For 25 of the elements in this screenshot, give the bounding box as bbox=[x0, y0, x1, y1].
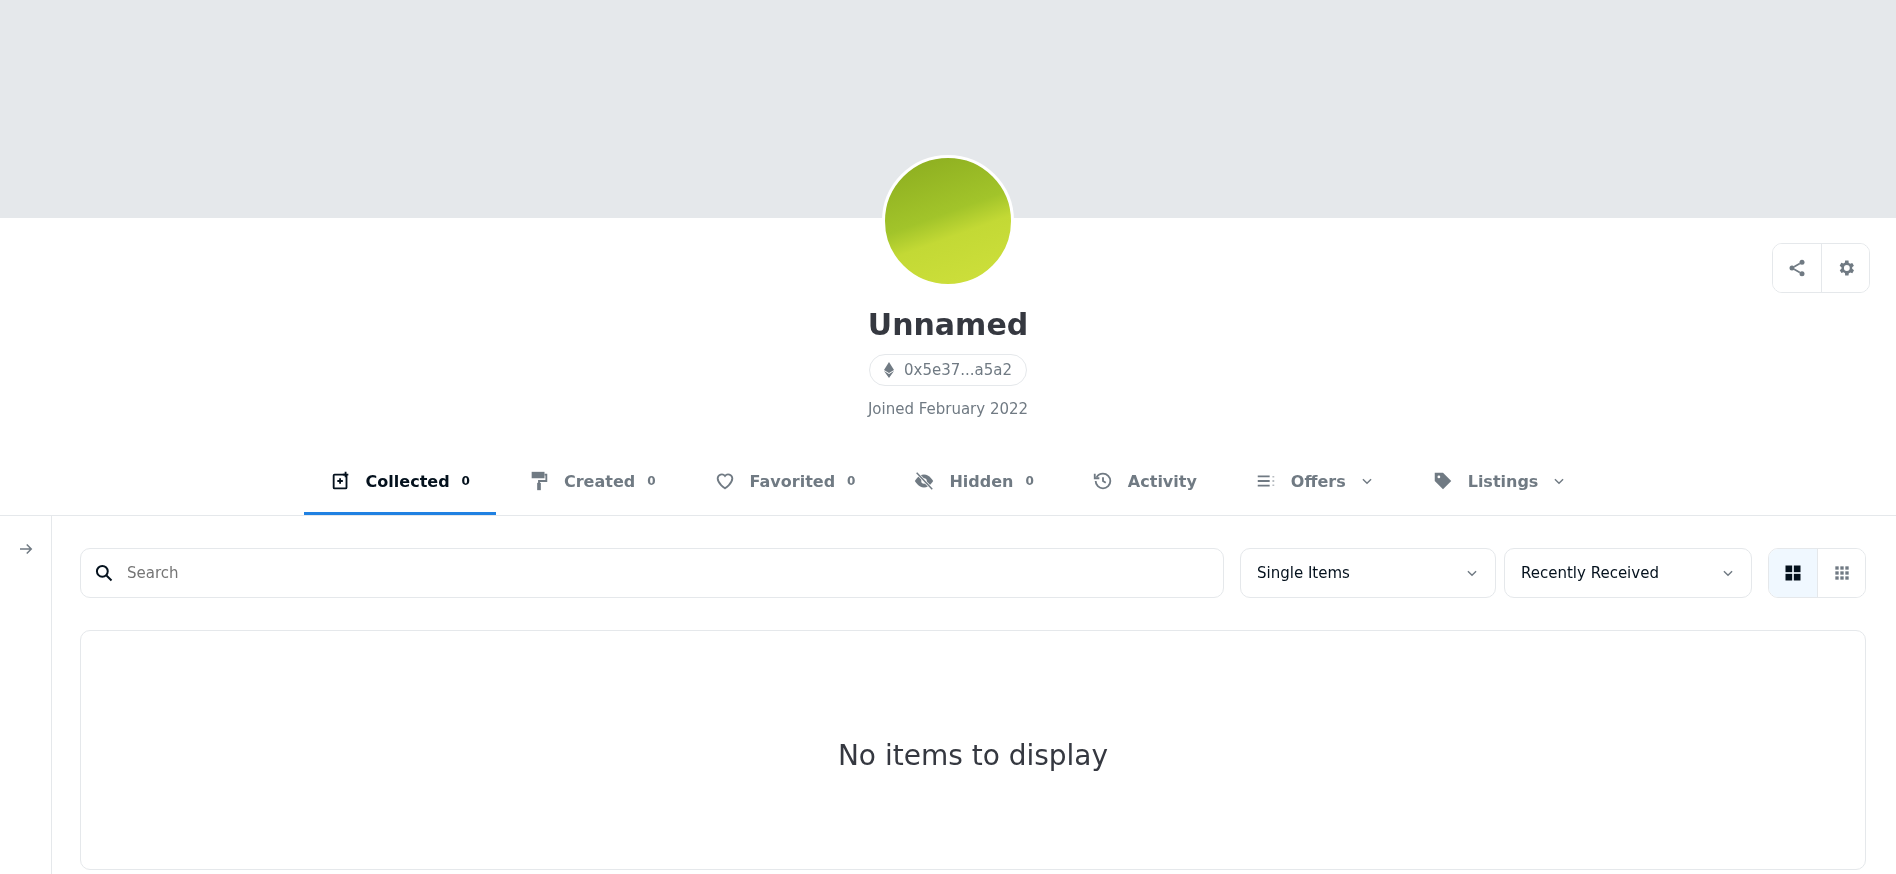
profile-name: Unnamed bbox=[867, 307, 1029, 342]
search-icon bbox=[94, 563, 114, 583]
profile-tab[interactable]: Hidden 0 bbox=[887, 448, 1060, 515]
profile-tab[interactable]: Collected 0 bbox=[303, 448, 496, 515]
eye-slash-icon bbox=[913, 470, 936, 492]
settings-button[interactable] bbox=[1821, 244, 1869, 292]
tab-count: 0 bbox=[847, 474, 856, 488]
joined-date: Joined February 2022 bbox=[867, 400, 1029, 418]
grid-view-button[interactable] bbox=[1769, 549, 1817, 597]
profile-tab[interactable]: Activity bbox=[1065, 448, 1223, 515]
share-icon bbox=[1787, 258, 1807, 278]
profile-tab[interactable]: Created 0 bbox=[501, 448, 682, 515]
profile-tab[interactable]: Offers bbox=[1228, 448, 1400, 515]
profile-tab[interactable]: Listings bbox=[1405, 448, 1593, 515]
tab-count: 0 bbox=[1025, 474, 1034, 488]
profile-tab[interactable]: Favorited 0 bbox=[687, 448, 882, 515]
sort-dropdown[interactable]: Recently Received bbox=[1504, 548, 1752, 598]
ethereum-icon bbox=[883, 362, 894, 378]
history-icon bbox=[1091, 470, 1114, 492]
empty-message: No items to display bbox=[837, 739, 1109, 774]
tab-count: 0 bbox=[461, 474, 470, 488]
tab-count: 0 bbox=[647, 474, 656, 488]
search-field[interactable]: Search bbox=[80, 548, 1224, 598]
large-grid-icon bbox=[1783, 563, 1803, 583]
sort-dropdown[interactable]: Single Items bbox=[1240, 548, 1496, 598]
